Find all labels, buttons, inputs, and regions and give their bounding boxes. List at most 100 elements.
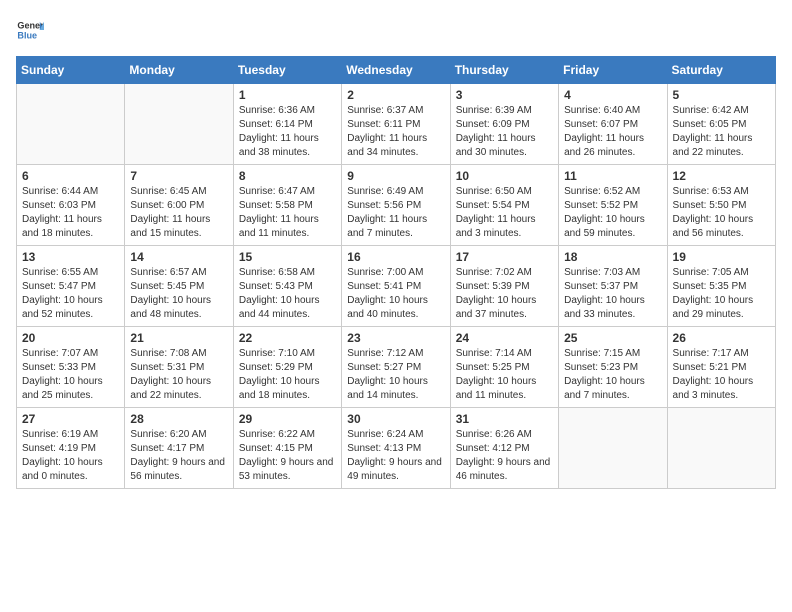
daylight: Daylight: 10 hours and 7 minutes. [564,376,645,401]
day-number: 25 [564,331,661,345]
day-info: Sunrise: 7:12 AM Sunset: 5:27 PM Dayligh… [347,347,444,403]
daylight: Daylight: 10 hours and 25 minutes. [22,376,103,401]
svg-text:Blue: Blue [17,30,37,40]
day-number: 7 [130,169,227,183]
sunset: Sunset: 5:47 PM [22,281,96,292]
calendar-cell [17,84,125,165]
day-info: Sunrise: 6:55 AM Sunset: 5:47 PM Dayligh… [22,266,119,322]
calendar-cell: 27 Sunrise: 6:19 AM Sunset: 4:19 PM Dayl… [17,408,125,489]
sunset: Sunset: 4:15 PM [239,443,313,454]
calendar-cell [559,408,667,489]
day-number: 18 [564,250,661,264]
calendar-cell [667,408,775,489]
day-info: Sunrise: 7:05 AM Sunset: 5:35 PM Dayligh… [673,266,770,322]
calendar-cell: 20 Sunrise: 7:07 AM Sunset: 5:33 PM Dayl… [17,327,125,408]
sunrise: Sunrise: 7:12 AM [347,348,423,359]
day-info: Sunrise: 6:44 AM Sunset: 6:03 PM Dayligh… [22,185,119,241]
calendar-cell: 24 Sunrise: 7:14 AM Sunset: 5:25 PM Dayl… [450,327,558,408]
daylight: Daylight: 10 hours and 48 minutes. [130,295,211,320]
day-info: Sunrise: 6:58 AM Sunset: 5:43 PM Dayligh… [239,266,336,322]
day-number: 11 [564,169,661,183]
calendar-cell: 7 Sunrise: 6:45 AM Sunset: 6:00 PM Dayli… [125,165,233,246]
sunrise: Sunrise: 6:40 AM [564,105,640,116]
daylight: Daylight: 11 hours and 34 minutes. [347,133,427,158]
calendar-cell: 6 Sunrise: 6:44 AM Sunset: 6:03 PM Dayli… [17,165,125,246]
calendar-cell: 3 Sunrise: 6:39 AM Sunset: 6:09 PM Dayli… [450,84,558,165]
day-info: Sunrise: 7:08 AM Sunset: 5:31 PM Dayligh… [130,347,227,403]
day-number: 27 [22,412,119,426]
week-row-3: 13 Sunrise: 6:55 AM Sunset: 5:47 PM Dayl… [17,246,776,327]
daylight: Daylight: 10 hours and 56 minutes. [673,214,754,239]
sunset: Sunset: 5:58 PM [239,200,313,211]
day-number: 21 [130,331,227,345]
day-info: Sunrise: 7:17 AM Sunset: 5:21 PM Dayligh… [673,347,770,403]
sunset: Sunset: 5:21 PM [673,362,747,373]
week-row-4: 20 Sunrise: 7:07 AM Sunset: 5:33 PM Dayl… [17,327,776,408]
sunset: Sunset: 4:12 PM [456,443,530,454]
sunrise: Sunrise: 7:08 AM [130,348,206,359]
sunrise: Sunrise: 6:50 AM [456,186,532,197]
sunrise: Sunrise: 6:58 AM [239,267,315,278]
day-info: Sunrise: 6:45 AM Sunset: 6:00 PM Dayligh… [130,185,227,241]
sunset: Sunset: 5:45 PM [130,281,204,292]
column-header-sunday: Sunday [17,57,125,84]
sunset: Sunset: 5:27 PM [347,362,421,373]
day-info: Sunrise: 7:02 AM Sunset: 5:39 PM Dayligh… [456,266,553,322]
calendar-cell: 4 Sunrise: 6:40 AM Sunset: 6:07 PM Dayli… [559,84,667,165]
sunrise: Sunrise: 6:36 AM [239,105,315,116]
day-number: 14 [130,250,227,264]
day-info: Sunrise: 6:26 AM Sunset: 4:12 PM Dayligh… [456,428,553,484]
daylight: Daylight: 10 hours and 40 minutes. [347,295,428,320]
daylight: Daylight: 9 hours and 56 minutes. [130,457,225,482]
day-info: Sunrise: 6:57 AM Sunset: 5:45 PM Dayligh… [130,266,227,322]
day-info: Sunrise: 7:14 AM Sunset: 5:25 PM Dayligh… [456,347,553,403]
sunset: Sunset: 4:17 PM [130,443,204,454]
day-info: Sunrise: 6:50 AM Sunset: 5:54 PM Dayligh… [456,185,553,241]
sunrise: Sunrise: 7:10 AM [239,348,315,359]
day-number: 10 [456,169,553,183]
sunset: Sunset: 4:13 PM [347,443,421,454]
daylight: Daylight: 10 hours and 14 minutes. [347,376,428,401]
sunset: Sunset: 6:00 PM [130,200,204,211]
calendar-cell: 17 Sunrise: 7:02 AM Sunset: 5:39 PM Dayl… [450,246,558,327]
day-number: 31 [456,412,553,426]
day-info: Sunrise: 6:47 AM Sunset: 5:58 PM Dayligh… [239,185,336,241]
day-info: Sunrise: 6:37 AM Sunset: 6:11 PM Dayligh… [347,104,444,160]
sunrise: Sunrise: 7:07 AM [22,348,98,359]
sunrise: Sunrise: 6:39 AM [456,105,532,116]
day-info: Sunrise: 6:53 AM Sunset: 5:50 PM Dayligh… [673,185,770,241]
day-info: Sunrise: 7:10 AM Sunset: 5:29 PM Dayligh… [239,347,336,403]
day-info: Sunrise: 7:15 AM Sunset: 5:23 PM Dayligh… [564,347,661,403]
sunset: Sunset: 4:19 PM [22,443,96,454]
sunrise: Sunrise: 6:47 AM [239,186,315,197]
day-number: 6 [22,169,119,183]
sunrise: Sunrise: 6:42 AM [673,105,749,116]
daylight: Daylight: 10 hours and 3 minutes. [673,376,754,401]
day-number: 17 [456,250,553,264]
sunset: Sunset: 6:05 PM [673,119,747,130]
calendar-cell: 22 Sunrise: 7:10 AM Sunset: 5:29 PM Dayl… [233,327,341,408]
sunset: Sunset: 6:14 PM [239,119,313,130]
sunrise: Sunrise: 6:24 AM [347,429,423,440]
day-number: 28 [130,412,227,426]
sunrise: Sunrise: 7:15 AM [564,348,640,359]
sunset: Sunset: 6:03 PM [22,200,96,211]
sunrise: Sunrise: 6:52 AM [564,186,640,197]
sunrise: Sunrise: 6:45 AM [130,186,206,197]
daylight: Daylight: 9 hours and 46 minutes. [456,457,551,482]
calendar-cell: 28 Sunrise: 6:20 AM Sunset: 4:17 PM Dayl… [125,408,233,489]
sunset: Sunset: 6:09 PM [456,119,530,130]
sunset: Sunset: 5:52 PM [564,200,638,211]
day-info: Sunrise: 7:00 AM Sunset: 5:41 PM Dayligh… [347,266,444,322]
sunset: Sunset: 5:43 PM [239,281,313,292]
column-header-friday: Friday [559,57,667,84]
daylight: Daylight: 10 hours and 44 minutes. [239,295,320,320]
daylight: Daylight: 10 hours and 0 minutes. [22,457,103,482]
calendar-cell: 14 Sunrise: 6:57 AM Sunset: 5:45 PM Dayl… [125,246,233,327]
calendar-table: SundayMondayTuesdayWednesdayThursdayFrid… [16,56,776,489]
calendar-cell: 2 Sunrise: 6:37 AM Sunset: 6:11 PM Dayli… [342,84,450,165]
sunset: Sunset: 5:25 PM [456,362,530,373]
header-row: SundayMondayTuesdayWednesdayThursdayFrid… [17,57,776,84]
sunrise: Sunrise: 7:05 AM [673,267,749,278]
calendar-cell: 15 Sunrise: 6:58 AM Sunset: 5:43 PM Dayl… [233,246,341,327]
